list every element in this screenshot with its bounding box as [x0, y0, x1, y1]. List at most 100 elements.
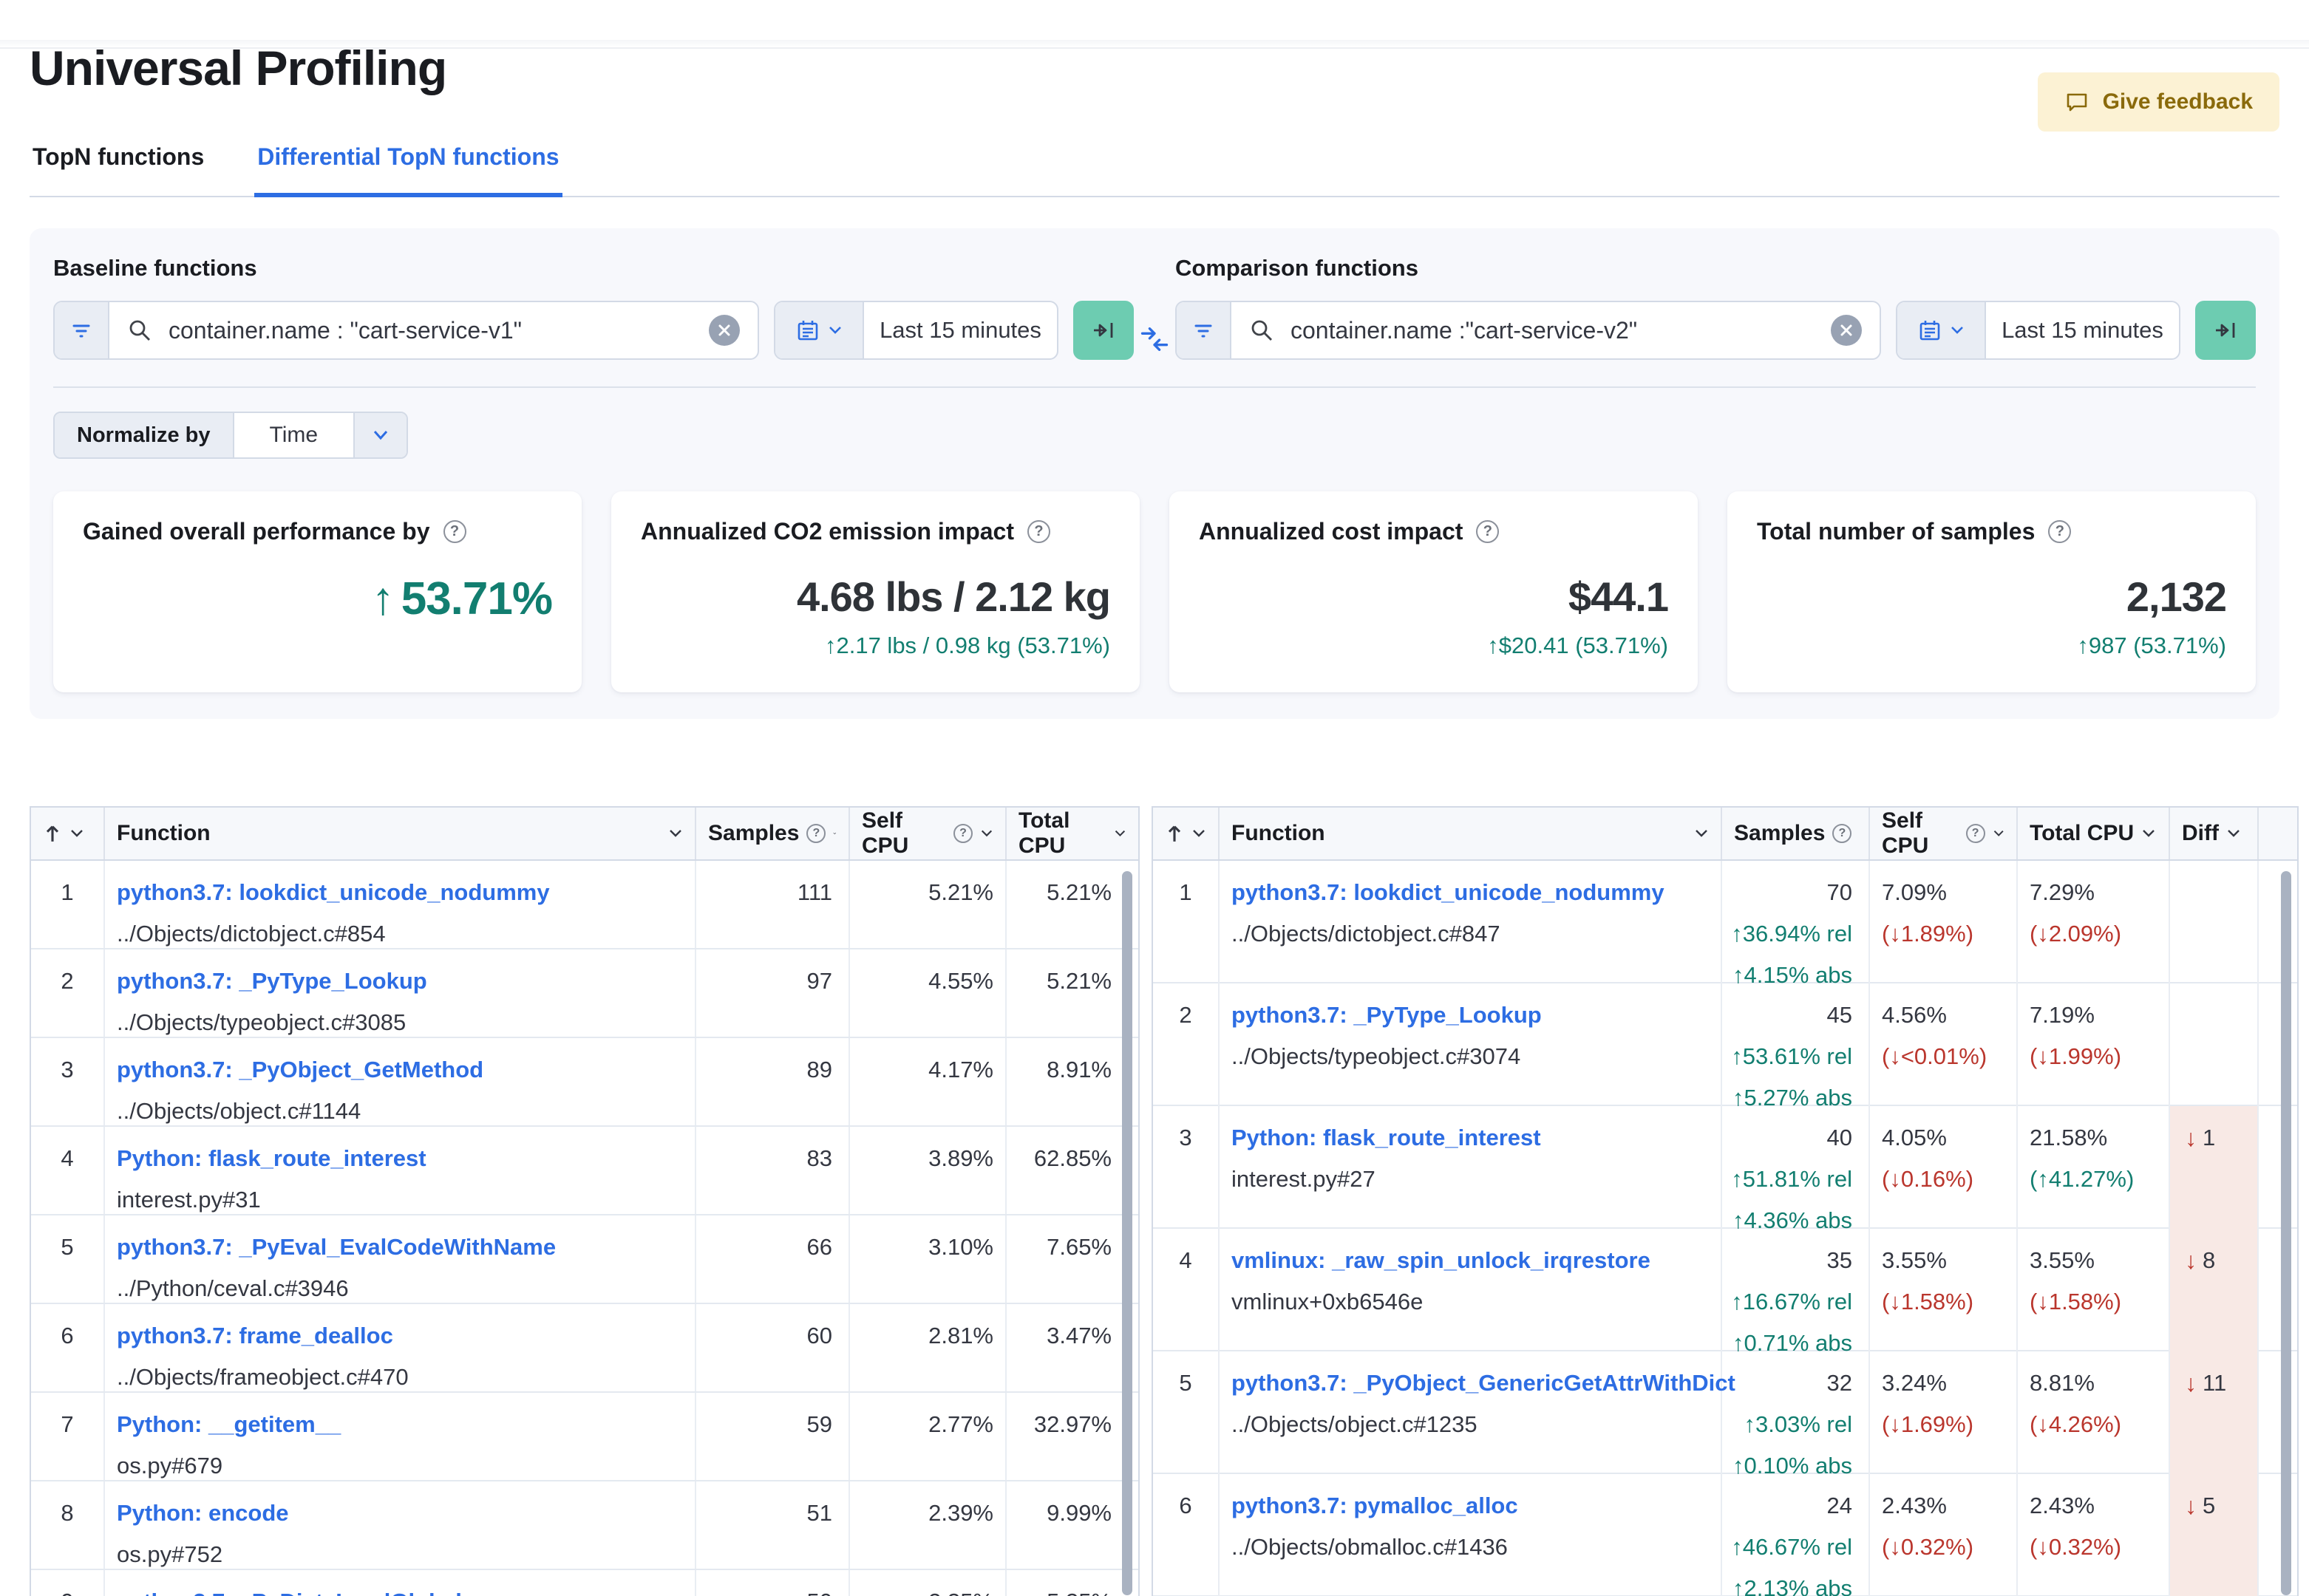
- chevron-down-icon[interactable]: [2226, 828, 2241, 839]
- apply-arrow-icon: [2211, 316, 2240, 344]
- function-link[interactable]: Python: flask_route_interest: [1231, 1125, 1712, 1150]
- baseline-apply-button[interactable]: [1073, 301, 1134, 360]
- table-row[interactable]: 7 Python: __getitem__ os.py#679 59 2.77%…: [31, 1393, 1138, 1481]
- metric-card-samples: Total number of samples ? 2,132 ↑987 (53…: [1727, 491, 2256, 692]
- baseline-clear-icon[interactable]: [709, 315, 740, 346]
- self-cpu-value: 7.09%: [1882, 879, 1947, 905]
- tab-topn-functions[interactable]: TopN functions: [30, 139, 207, 196]
- row-function-cell: python3.7: _PyObject_GenericGetAttrWithD…: [1220, 1351, 1735, 1479]
- tab-differential-topn-functions[interactable]: Differential TopN functions: [254, 139, 562, 197]
- baseline-query-input[interactable]: container.name : "cart-service-v1": [109, 302, 758, 358]
- sort-column-header[interactable]: [31, 808, 105, 859]
- rank-diff-badge: ↓ 5: [2185, 1493, 2257, 1519]
- column-header-samples[interactable]: Samples ?: [696, 808, 850, 859]
- table-row[interactable]: 8 Python: encode os.py#752 51 2.39% 9.99…: [31, 1481, 1138, 1570]
- chevron-down-icon[interactable]: [980, 828, 993, 839]
- self-cpu-cell: 3.55% (↓1.58%): [1870, 1229, 2018, 1357]
- comparison-filter-button[interactable]: [1177, 302, 1231, 358]
- table-row[interactable]: 4 Python: flask_route_interest interest.…: [31, 1127, 1138, 1215]
- row-function-cell: Python: __getitem__ os.py#679: [105, 1393, 696, 1480]
- function-link[interactable]: Python: encode: [117, 1500, 686, 1526]
- help-icon[interactable]: ?: [443, 520, 466, 543]
- total-cpu-value: 62.85%: [1033, 1145, 1112, 1171]
- function-source: ../Objects/obmalloc.c#1436: [1231, 1534, 1508, 1561]
- column-header-total-cpu[interactable]: Total CPU: [1007, 808, 1138, 859]
- comparison-date-menu-button[interactable]: [1897, 302, 1986, 358]
- baseline-date-menu-button[interactable]: [775, 302, 864, 358]
- chevron-down-icon[interactable]: [1191, 828, 1206, 839]
- metric-title: Gained overall performance by: [83, 518, 430, 545]
- column-header-function[interactable]: Function: [105, 808, 696, 859]
- help-icon[interactable]: ?: [1476, 520, 1500, 543]
- comparison-apply-button[interactable]: [2195, 301, 2256, 360]
- help-icon[interactable]: ?: [2048, 520, 2072, 543]
- scrollbar-spacer-cell: [2259, 861, 2297, 988]
- normalize-by-dropdown-button[interactable]: [353, 413, 407, 457]
- row-rank: 3: [1153, 1106, 1220, 1234]
- function-link[interactable]: Python: __getitem__: [117, 1411, 686, 1437]
- comparison-time-range[interactable]: Last 15 minutes: [1986, 302, 2179, 358]
- function-link[interactable]: python3.7: _PyType_Lookup: [1231, 1002, 1712, 1028]
- chevron-down-icon[interactable]: [69, 828, 84, 839]
- table-row[interactable]: 2 python3.7: _PyType_Lookup ../Objects/t…: [1153, 983, 2297, 1111]
- swap-queries-button[interactable]: [1134, 255, 1175, 360]
- chevron-down-icon[interactable]: [1993, 828, 2004, 839]
- normalize-by-value[interactable]: Time: [234, 413, 354, 457]
- column-header-self-cpu[interactable]: Self CPU ?: [850, 808, 1007, 859]
- function-link[interactable]: python3.7: _PyType_Lookup: [117, 968, 686, 994]
- baseline-time-range[interactable]: Last 15 minutes: [864, 302, 1057, 358]
- table-row[interactable]: 9 python3.7: _PyDict_LoadGlobal 50 2.35%…: [31, 1570, 1138, 1596]
- function-link[interactable]: vmlinux: _raw_spin_unlock_irqrestore: [1231, 1247, 1712, 1273]
- function-link[interactable]: python3.7: lookdict_unicode_nodummy: [1231, 879, 1712, 905]
- help-icon[interactable]: ?: [1965, 824, 1985, 843]
- self-cpu-change: (↓0.16%): [1882, 1166, 1974, 1193]
- help-icon[interactable]: ?: [806, 824, 826, 843]
- row-function-cell: python3.7: frame_dealloc ../Objects/fram…: [105, 1304, 696, 1391]
- table-row[interactable]: 6 python3.7: pymalloc_alloc ../Objects/o…: [1153, 1474, 2297, 1596]
- help-icon[interactable]: ?: [1027, 520, 1050, 543]
- sort-column-header[interactable]: [1153, 808, 1220, 859]
- scrollbar-spacer-cell: [2259, 983, 2297, 1111]
- column-header-total-cpu[interactable]: Total CPU: [2018, 808, 2170, 859]
- table-row[interactable]: 3 python3.7: _PyObject_GetMethod ../Obje…: [31, 1038, 1138, 1127]
- table-row[interactable]: 6 python3.7: frame_dealloc ../Objects/fr…: [31, 1304, 1138, 1393]
- function-link[interactable]: python3.7: frame_dealloc: [117, 1323, 686, 1348]
- table-row[interactable]: 2 python3.7: _PyType_Lookup ../Objects/t…: [31, 949, 1138, 1038]
- row-rank: 2: [31, 949, 105, 1037]
- function-link[interactable]: python3.7: _PyEval_EvalCodeWithName: [117, 1234, 686, 1260]
- table-row[interactable]: 4 vmlinux: _raw_spin_unlock_irqrestore v…: [1153, 1229, 2297, 1357]
- give-feedback-button[interactable]: Give feedback: [2037, 72, 2279, 132]
- chevron-down-icon[interactable]: [1694, 828, 1709, 839]
- help-icon[interactable]: ?: [1832, 824, 1852, 843]
- table-row[interactable]: 5 python3.7: _PyObject_GenericGetAttrWit…: [1153, 1351, 2297, 1479]
- metric-value: 4.68 lbs / 2.12 kg: [796, 573, 1111, 620]
- baseline-table-scrollbar[interactable]: [1122, 871, 1132, 1595]
- chevron-down-icon[interactable]: [2141, 828, 2156, 839]
- function-link[interactable]: python3.7: lookdict_unicode_nodummy: [117, 879, 686, 905]
- baseline-filter-button[interactable]: [55, 302, 109, 358]
- help-icon[interactable]: ?: [953, 824, 973, 843]
- total-cpu-value: 5.35%: [1007, 1570, 1138, 1596]
- chevron-down-icon[interactable]: [1114, 828, 1126, 839]
- function-link[interactable]: python3.7: _PyObject_GetMethod: [117, 1057, 686, 1082]
- comparison-query-input[interactable]: container.name :"cart-service-v2": [1231, 302, 1880, 358]
- function-link[interactable]: python3.7: _PyDict_LoadGlobal: [117, 1589, 686, 1596]
- comparison-table-scrollbar[interactable]: [2281, 871, 2291, 1595]
- column-header-samples[interactable]: Samples ?: [1722, 808, 1870, 859]
- column-header-function[interactable]: Function: [1220, 808, 1722, 859]
- table-row[interactable]: 5 python3.7: _PyEval_EvalCodeWithName ..…: [31, 1215, 1138, 1304]
- column-header-diff[interactable]: Diff: [2170, 808, 2259, 859]
- chevron-down-icon[interactable]: [833, 828, 837, 839]
- table-row[interactable]: 3 Python: flask_route_interest interest.…: [1153, 1106, 2297, 1234]
- table-row[interactable]: 1 python3.7: lookdict_unicode_nodummy ..…: [31, 861, 1138, 949]
- self-cpu-value: 2.39%: [850, 1481, 1007, 1569]
- total-cpu-value: 8.91%: [1047, 1057, 1112, 1082]
- function-link[interactable]: Python: flask_route_interest: [117, 1145, 686, 1171]
- function-link[interactable]: python3.7: pymalloc_alloc: [1231, 1493, 1712, 1518]
- comparison-clear-icon[interactable]: [1831, 315, 1862, 346]
- row-rank: 4: [31, 1127, 105, 1214]
- function-link[interactable]: python3.7: _PyObject_GenericGetAttrWithD…: [1231, 1370, 1735, 1396]
- chevron-down-icon[interactable]: [668, 828, 683, 839]
- table-row[interactable]: 1 python3.7: lookdict_unicode_nodummy ..…: [1153, 861, 2297, 989]
- column-header-self-cpu[interactable]: Self CPU ?: [1870, 808, 2018, 859]
